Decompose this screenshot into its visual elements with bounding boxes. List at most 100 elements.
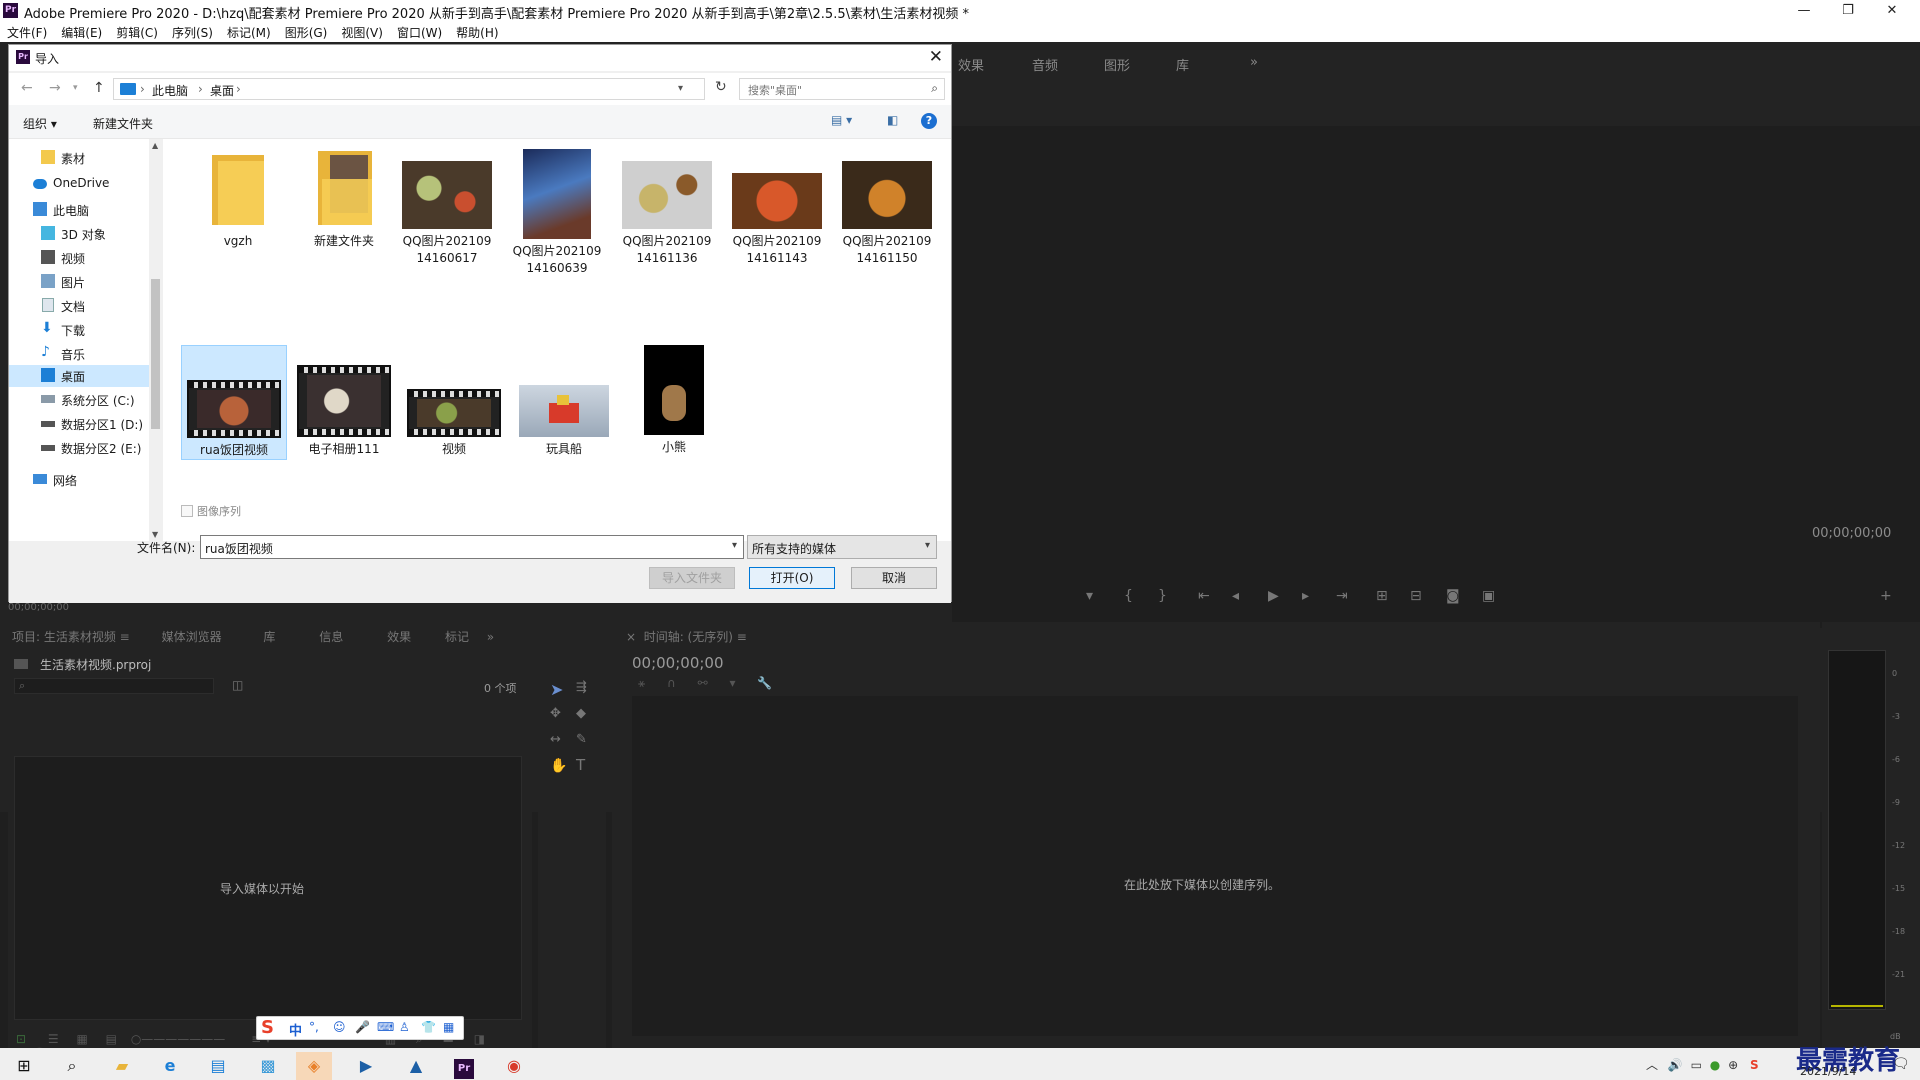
type-tool-icon[interactable]: T bbox=[576, 756, 585, 774]
search-icon[interactable]: ⌕ bbox=[54, 1052, 90, 1080]
up-arrow-icon[interactable]: ↑ bbox=[93, 80, 105, 96]
checkbox-box[interactable] bbox=[181, 505, 193, 517]
menu-view[interactable]: 视图(V) bbox=[334, 22, 390, 41]
tab-media-browser[interactable]: 媒体浏览器 bbox=[162, 630, 222, 644]
tab-project[interactable]: 项目: 生活素材视频 bbox=[12, 630, 116, 644]
skin-icon[interactable]: 👕 bbox=[421, 1020, 436, 1034]
user-icon[interactable]: ♙ bbox=[399, 1020, 410, 1034]
image-sequence-checkbox[interactable]: 图像序列 bbox=[181, 503, 241, 519]
snap-icon[interactable]: ∩ bbox=[667, 676, 676, 690]
edge-browser-icon[interactable]: e bbox=[152, 1052, 188, 1080]
workspace-tab-audio[interactable]: 音频 bbox=[1032, 55, 1058, 74]
file-item-qq-1143[interactable]: QQ图片20210914161143 bbox=[729, 149, 825, 267]
hand-tool-icon[interactable]: ✋ bbox=[550, 758, 567, 774]
new-search-bin-icon[interactable]: ◫ bbox=[232, 678, 243, 692]
punctuation-icon[interactable]: °, bbox=[309, 1020, 319, 1034]
razor-tool-icon[interactable]: ◆ bbox=[576, 706, 586, 721]
nav-item-drive-e[interactable]: 数据分区2 (E:) bbox=[9, 437, 149, 459]
menu-sequence[interactable]: 序列(S) bbox=[165, 22, 220, 41]
selection-tool-icon[interactable]: ➤ bbox=[550, 680, 563, 699]
tab-markers[interactable]: 标记 bbox=[445, 630, 469, 644]
keyboard-icon[interactable]: ⌨ bbox=[377, 1020, 394, 1034]
panel-overflow-button[interactable]: » bbox=[487, 630, 494, 644]
start-windows-icon[interactable]: ⊞ bbox=[6, 1052, 42, 1080]
chrome-icon[interactable]: ◉ bbox=[496, 1052, 532, 1080]
menu-clip[interactable]: 剪辑(C) bbox=[109, 22, 165, 41]
nav-item-music[interactable]: ♪ 音乐 bbox=[9, 343, 149, 365]
file-item-qq-0617[interactable]: QQ图片20210914160617 bbox=[399, 149, 495, 267]
nest-icon[interactable]: ⚹ bbox=[638, 676, 645, 690]
comparison-view-button[interactable]: ▣ bbox=[1482, 588, 1495, 604]
lock-icon[interactable]: ⊡ bbox=[16, 1032, 26, 1046]
address-bar[interactable]: › 此电脑 › 桌面 › ▾ bbox=[113, 78, 705, 100]
breadcrumb-this-pc[interactable]: 此电脑 bbox=[152, 82, 188, 99]
organize-button[interactable]: 组织 ▾ bbox=[23, 115, 57, 132]
sogou-tray-icon[interactable]: S bbox=[1750, 1058, 1759, 1072]
ime-mode-toggle[interactable]: 中 bbox=[289, 1020, 302, 1039]
file-item-rua-video[interactable]: rua饭团视频 bbox=[181, 345, 287, 460]
nav-item-network[interactable]: 网络 bbox=[9, 469, 149, 491]
new-item-icon[interactable]: ◨ bbox=[474, 1032, 485, 1046]
tray-app-icon[interactable]: ⊕ bbox=[1728, 1058, 1738, 1072]
breadcrumb-desktop[interactable]: 桌面 bbox=[210, 82, 234, 99]
nav-item-downloads[interactable]: ⬇ 下载 bbox=[9, 319, 149, 341]
app-icon-3[interactable]: ▶ bbox=[348, 1052, 384, 1080]
filename-input[interactable]: rua饭团视频 ▾ bbox=[200, 535, 744, 559]
file-item-qq-1136[interactable]: QQ图片20210914161136 bbox=[619, 149, 715, 267]
icon-view-icon[interactable]: ▦ bbox=[76, 1032, 87, 1046]
wrench-icon[interactable]: 🔧 bbox=[757, 676, 772, 690]
nav-item-drive-d[interactable]: 数据分区1 (D:) bbox=[9, 413, 149, 435]
go-to-in-button[interactable]: ⇤ bbox=[1198, 588, 1210, 604]
workspace-tab-graphics[interactable]: 图形 bbox=[1104, 55, 1130, 74]
file-explorer-icon[interactable]: ▰ bbox=[104, 1052, 140, 1080]
menu-window[interactable]: 窗口(W) bbox=[390, 22, 449, 41]
nav-item-onedrive[interactable]: OneDrive bbox=[9, 173, 149, 195]
timeline-drop-area[interactable] bbox=[632, 696, 1798, 1036]
freeform-view-icon[interactable]: ▤ bbox=[106, 1032, 117, 1046]
track-select-tool-icon[interactable]: ⇶ bbox=[576, 680, 587, 695]
tab-libraries[interactable]: 库 bbox=[263, 630, 275, 644]
volume-icon[interactable]: 🔊 bbox=[1668, 1058, 1683, 1072]
workspace-tab-libraries[interactable]: 库 bbox=[1176, 55, 1189, 74]
step-back-button[interactable]: ◂ bbox=[1232, 588, 1239, 604]
preview-pane-icon[interactable]: ◧ bbox=[887, 113, 898, 127]
list-view-icon[interactable]: ☰ bbox=[48, 1032, 59, 1046]
dialog-close-icon[interactable]: ✕ bbox=[929, 47, 943, 67]
filetype-dropdown-icon[interactable]: ▾ bbox=[925, 540, 930, 551]
file-item-qq-0639[interactable]: QQ图片20210914160639 bbox=[509, 149, 605, 277]
button-editor-plus[interactable]: + bbox=[1880, 588, 1892, 604]
nav-scrollbar[interactable]: ▲ ▼ bbox=[149, 139, 162, 541]
step-forward-button[interactable]: ▸ bbox=[1302, 588, 1309, 604]
premiere-taskbar-icon[interactable]: Pr bbox=[446, 1052, 482, 1080]
refresh-icon[interactable]: ↻ bbox=[715, 79, 727, 95]
timeline-timecode[interactable]: 00;00;00;00 bbox=[632, 654, 724, 672]
file-item-e-album[interactable]: 电子相册111 bbox=[291, 345, 397, 458]
photos-app-icon[interactable]: ▲ bbox=[398, 1052, 434, 1080]
mark-out-button[interactable]: } bbox=[1158, 588, 1167, 604]
workspace-more-button[interactable]: » bbox=[1250, 55, 1258, 70]
play-button[interactable]: ▶ bbox=[1268, 588, 1279, 604]
pen-tool-icon[interactable]: ✎ bbox=[576, 732, 587, 747]
workspace-tab-effects[interactable]: 效果 bbox=[958, 55, 984, 74]
filename-dropdown-icon[interactable]: ▾ bbox=[732, 540, 737, 551]
recent-locations-icon[interactable]: ▾ bbox=[73, 83, 78, 93]
file-item-qq-1150[interactable]: QQ图片20210914161150 bbox=[839, 149, 935, 267]
toolbox-icon[interactable]: ▦ bbox=[443, 1020, 454, 1034]
mark-in-button[interactable]: { bbox=[1124, 588, 1133, 604]
nav-item-pictures[interactable]: 图片 bbox=[9, 271, 149, 293]
add-marker-button[interactable]: ▾ bbox=[1086, 588, 1093, 604]
linked-selection-icon[interactable]: ⚯ bbox=[698, 676, 708, 690]
network-tray-icon[interactable]: ▭ bbox=[1691, 1058, 1702, 1072]
microphone-icon[interactable]: 🎤 bbox=[355, 1020, 370, 1034]
menu-graphics[interactable]: 图形(G) bbox=[278, 22, 335, 41]
minimize-button[interactable]: — bbox=[1784, 1, 1824, 21]
close-timeline-icon[interactable]: × bbox=[626, 630, 636, 644]
timeline-marker-icon[interactable]: ▾ bbox=[730, 676, 736, 690]
tray-expand-icon[interactable]: ︿ bbox=[1646, 1058, 1658, 1072]
file-item-vgzh[interactable]: vgzh bbox=[185, 149, 291, 250]
forward-arrow-icon[interactable]: → bbox=[49, 80, 61, 96]
tab-effects[interactable]: 效果 bbox=[387, 630, 411, 644]
ripple-edit-tool-icon[interactable]: ✥ bbox=[550, 706, 561, 721]
nav-item-videos[interactable]: 视频 bbox=[9, 247, 149, 269]
change-view-icon[interactable]: ▤ ▾ bbox=[831, 113, 852, 127]
